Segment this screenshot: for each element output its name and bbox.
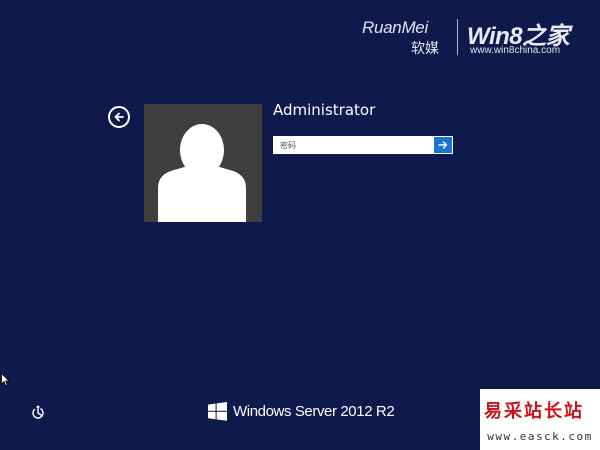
watermark-top: RuanMei 软媒 Win8之家 www.win8china.com (362, 16, 587, 58)
ease-of-access-button[interactable] (30, 404, 46, 420)
watermark-divider (457, 19, 458, 55)
user-silhouette-icon (158, 124, 246, 222)
watermark-bottom-text: 易采站长站 (484, 401, 584, 422)
back-arrow-icon (114, 112, 124, 122)
watermark-bottom-url: www.easck.com (487, 430, 593, 443)
username-label: Administrator (273, 101, 376, 119)
lock-screen-background: RuanMei 软媒 Win8之家 www.win8china.com Admi… (0, 0, 600, 450)
watermark-url: www.win8china.com (470, 45, 561, 56)
windows-server-branding: Windows Server 2012 R2 (208, 402, 395, 421)
ease-of-access-icon (32, 405, 44, 419)
password-field-group (273, 136, 453, 154)
back-button[interactable] (108, 106, 130, 128)
submit-button[interactable] (433, 136, 453, 154)
watermark-bottom: 易采站长站 www.easck.com (480, 389, 600, 450)
watermark-ruanmei-logo: RuanMei (362, 18, 428, 37)
watermark-ruanmei-cn: 软媒 (411, 41, 439, 57)
mouse-cursor-icon (1, 373, 10, 387)
product-name: Windows Server 2012 R2 (233, 403, 395, 420)
password-input[interactable] (273, 136, 433, 154)
windows-logo-icon (208, 402, 227, 421)
user-avatar-tile (144, 104, 262, 222)
arrow-right-icon (438, 141, 448, 149)
